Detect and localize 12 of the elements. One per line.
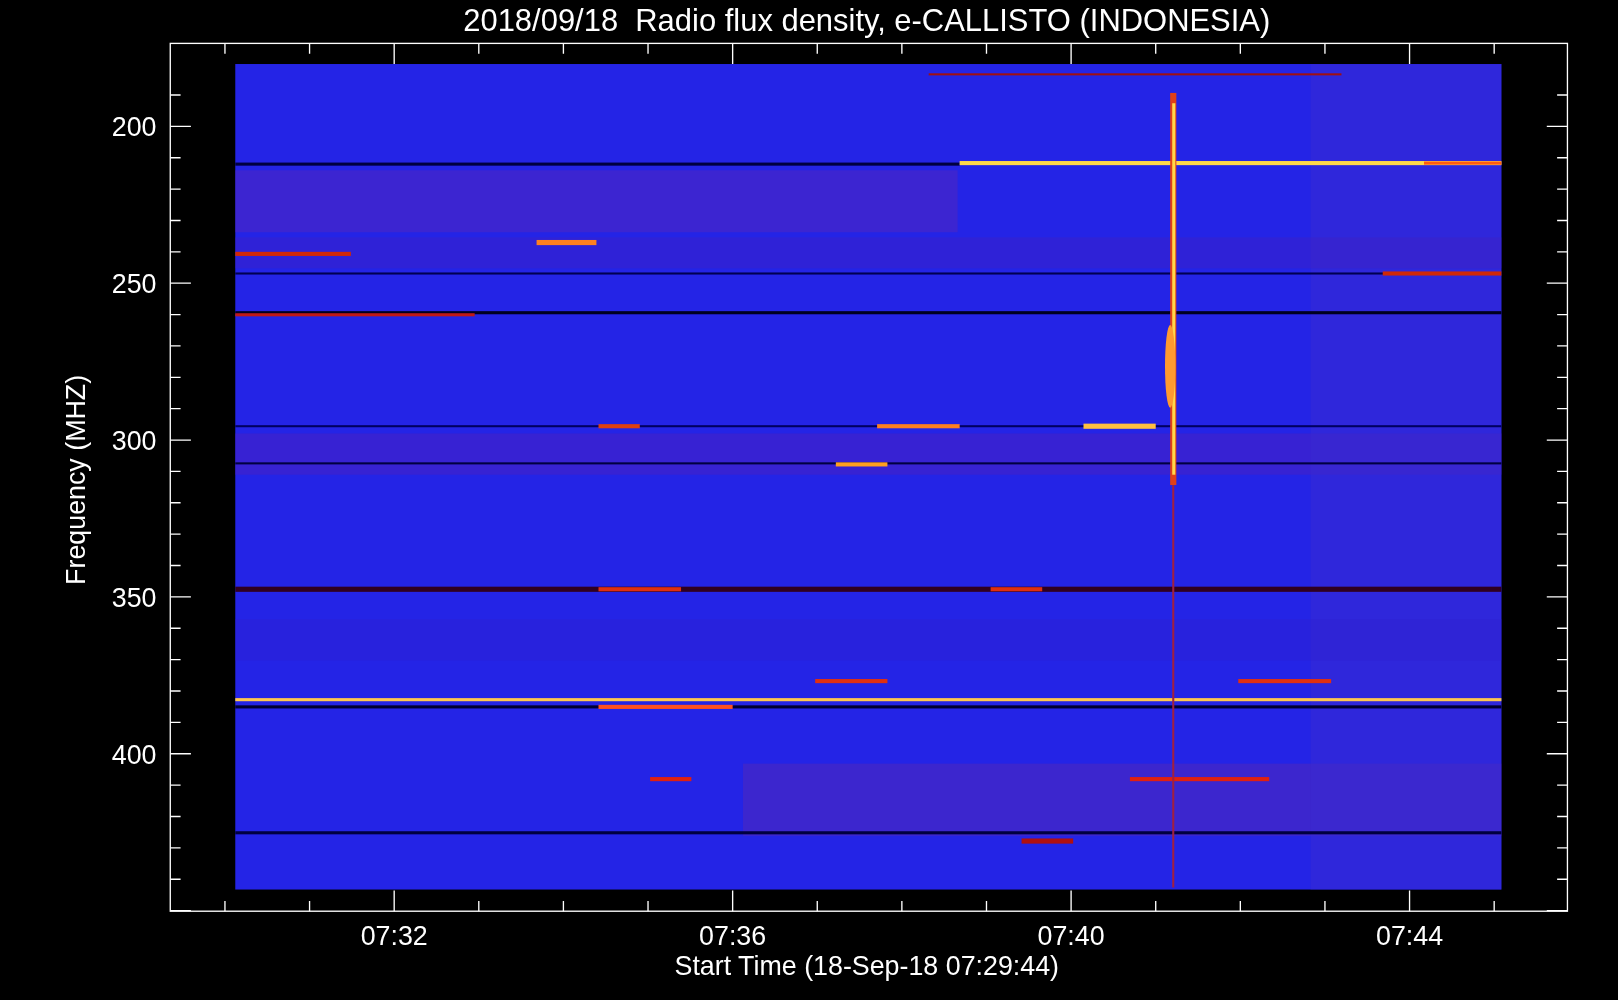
axis-tick-label: 300 xyxy=(111,425,157,456)
axis-tick-label: 07:32 xyxy=(360,921,428,952)
axis-tick-label: 07:40 xyxy=(1037,921,1105,952)
axis-tick-label: 07:36 xyxy=(699,921,767,952)
axis-tick-label: 400 xyxy=(111,739,157,770)
axis-tick-label: 07:44 xyxy=(1376,921,1444,952)
axis-title: Start Time (18-Sep-18 07:29:44) xyxy=(674,951,1060,982)
axis-tick-label: 250 xyxy=(111,269,157,300)
axis-tick-label: 200 xyxy=(111,112,157,143)
axis-tick-label: 350 xyxy=(111,582,157,613)
chart-title: 2018/09/18 Radio flux density, e-CALLISTO (INDONESIA) xyxy=(463,3,1271,38)
axis-title: Frequency (MHZ) xyxy=(60,374,91,585)
